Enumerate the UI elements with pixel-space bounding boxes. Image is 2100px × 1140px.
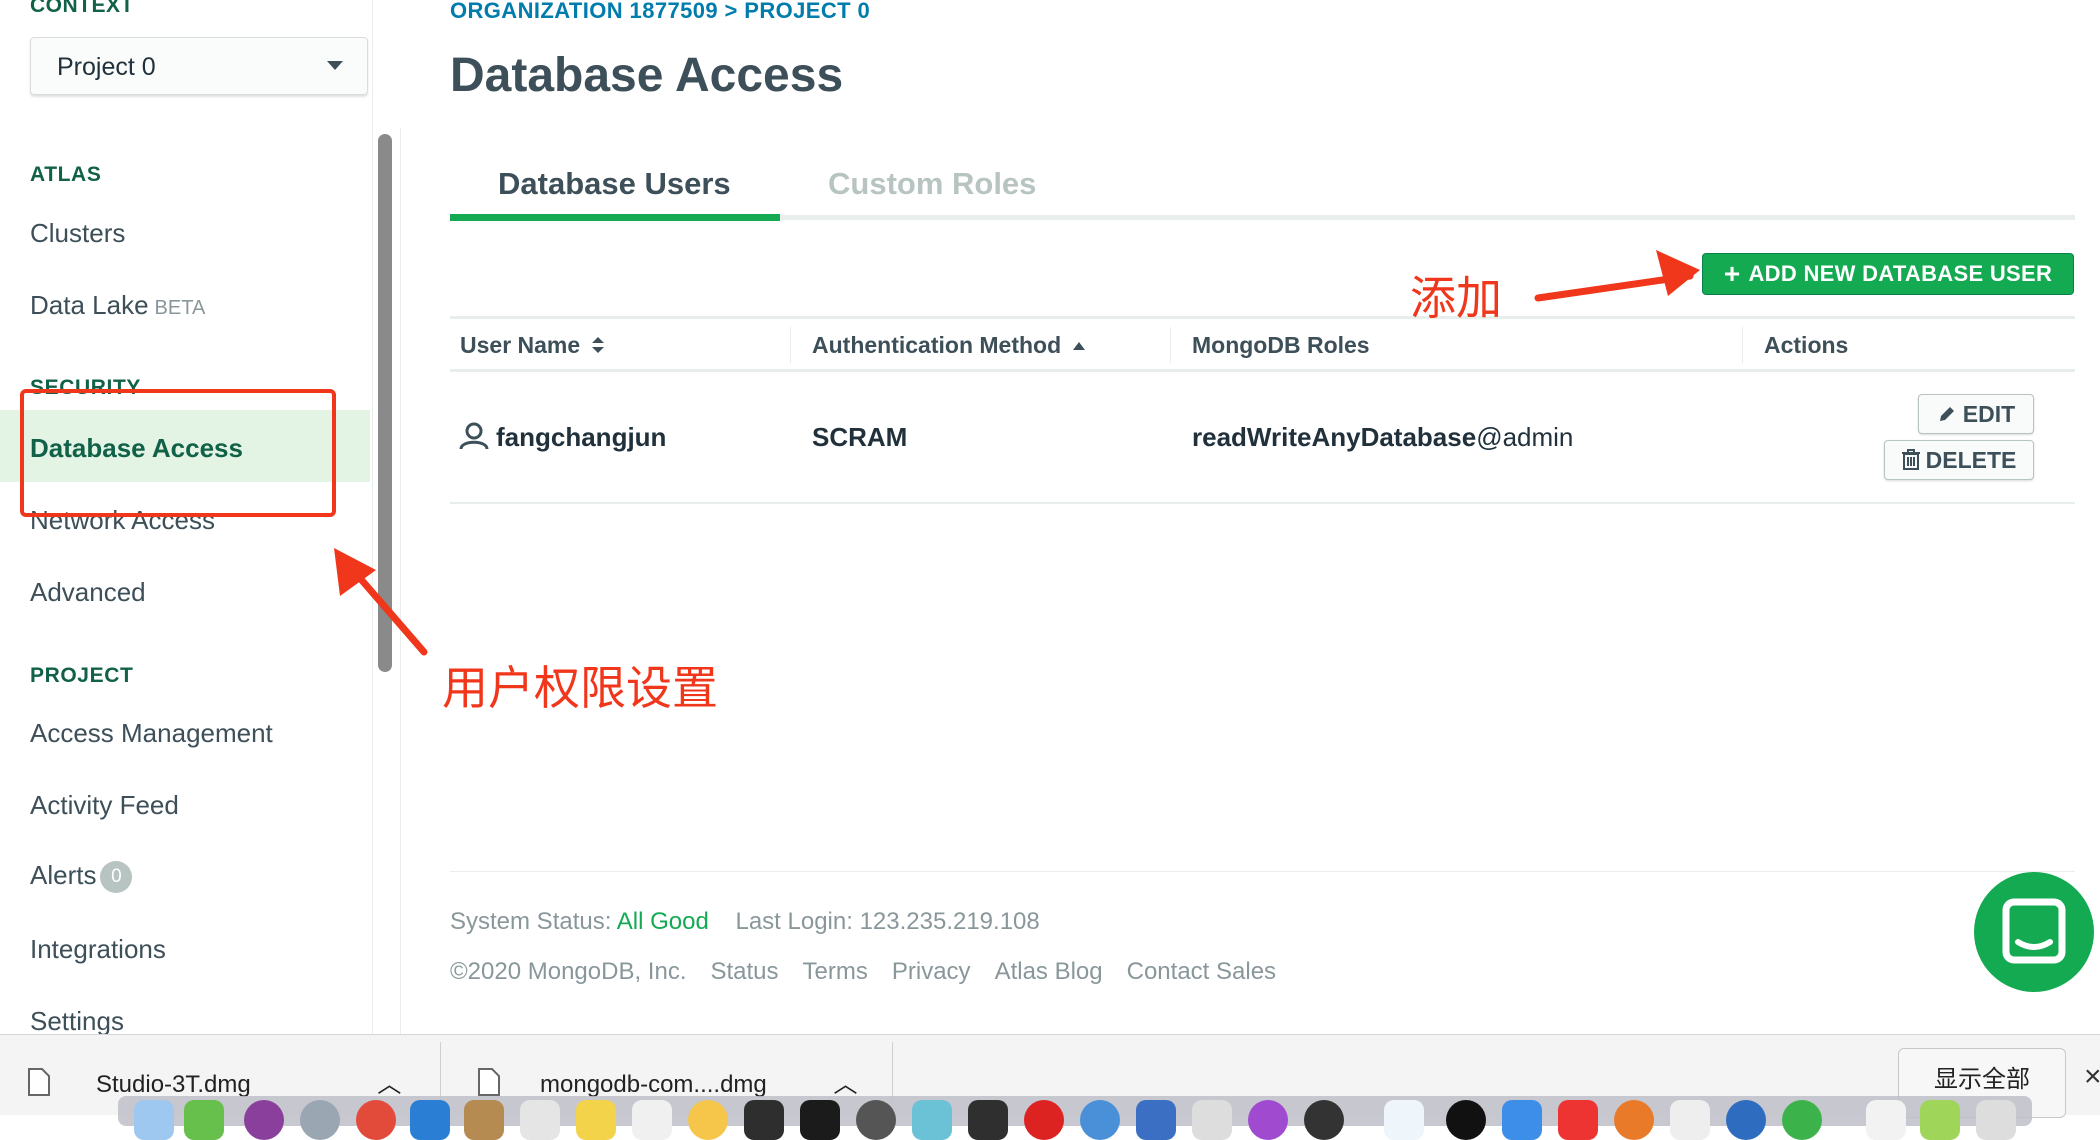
download-filename: mongodb-com....dmg <box>540 1071 767 1098</box>
terminal-icon[interactable] <box>800 1100 840 1140</box>
close-download-bar-icon[interactable]: × <box>2084 1060 2100 1094</box>
app-icon[interactable] <box>968 1100 1008 1140</box>
qq-icon[interactable] <box>1446 1100 1486 1140</box>
app-icon[interactable] <box>1384 1100 1424 1140</box>
chrome-icon[interactable] <box>356 1100 396 1140</box>
file-icon <box>28 1068 50 1096</box>
notes-icon[interactable] <box>576 1100 616 1140</box>
app-icon[interactable] <box>1080 1100 1120 1140</box>
finder-icon[interactable] <box>134 1100 174 1140</box>
podcasts-icon[interactable] <box>1248 1100 1288 1140</box>
download-item-mongodb[interactable]: mongodb-com....dmg ︿ <box>478 1064 857 1099</box>
download-filename: Studio-3T.dmg <box>96 1071 251 1098</box>
app-icon[interactable] <box>856 1100 896 1140</box>
app-icon[interactable] <box>1920 1100 1960 1140</box>
download-item-studio3t[interactable]: Studio-3T.dmg ︿ <box>28 1064 401 1099</box>
document-icon[interactable] <box>1866 1100 1906 1140</box>
activity-monitor-icon[interactable] <box>744 1100 784 1140</box>
annotation-arrows <box>334 250 1700 656</box>
app-icon[interactable] <box>300 1100 340 1140</box>
app-icon[interactable] <box>184 1100 224 1140</box>
app-icon[interactable] <box>1614 1100 1654 1140</box>
app-icon[interactable] <box>1558 1100 1598 1140</box>
trash-icon[interactable] <box>1976 1100 2016 1140</box>
app-icon[interactable] <box>912 1100 952 1140</box>
app-icon[interactable] <box>244 1100 284 1140</box>
wechat-icon[interactable] <box>1782 1100 1822 1140</box>
reminders-icon[interactable] <box>632 1100 672 1140</box>
chevron-up-icon[interactable]: ︿ <box>377 1071 401 1098</box>
app-icon[interactable] <box>1726 1100 1766 1140</box>
app-store-icon[interactable] <box>1502 1100 1542 1140</box>
app-icon[interactable] <box>688 1100 728 1140</box>
calendar-icon[interactable] <box>520 1100 560 1140</box>
arrow-head <box>1656 250 1700 296</box>
app-icon[interactable] <box>1304 1100 1344 1140</box>
download-separator <box>440 1042 441 1102</box>
app-icon[interactable] <box>1136 1100 1176 1140</box>
chevron-up-icon[interactable]: ︿ <box>833 1071 857 1098</box>
file-icon <box>478 1068 500 1096</box>
download-separator <box>892 1042 893 1102</box>
vscode-icon[interactable] <box>410 1100 450 1140</box>
app-icon[interactable] <box>464 1100 504 1140</box>
app-icon[interactable] <box>1024 1100 1064 1140</box>
app-icon[interactable] <box>1670 1100 1710 1140</box>
app-icon[interactable] <box>1192 1100 1232 1140</box>
